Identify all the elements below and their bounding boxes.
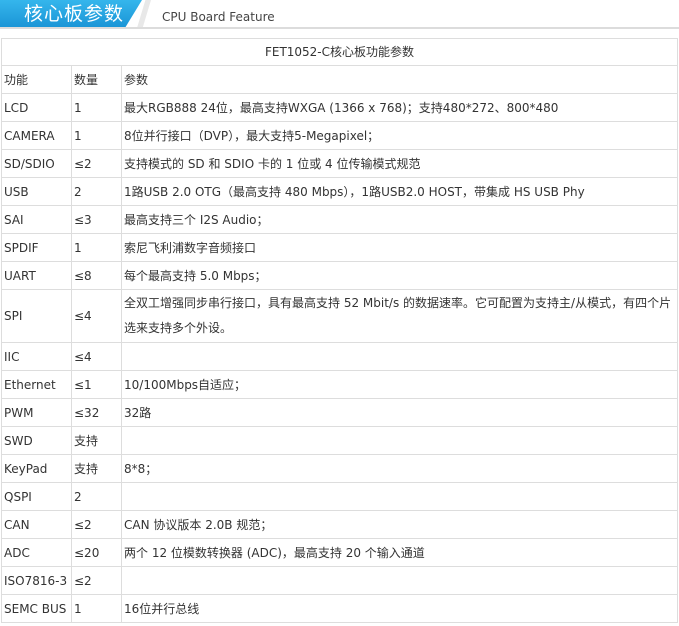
parameter-cell <box>121 482 678 511</box>
function-cell: UART <box>1 261 72 290</box>
table-row: CAN ≤2 CAN 协议版本 2.0B 规范； <box>1 510 678 539</box>
function-cell: SPI <box>1 289 72 343</box>
function-cell: USB <box>1 177 72 206</box>
parameter-cell: 8位并行接口（DVP），最大支持5-Megapixel； <box>121 121 678 150</box>
parameter-cell: 10/100Mbps自适应； <box>121 370 678 399</box>
parameter-cell: 1路USB 2.0 OTG（最高支持 480 Mbps），1路USB2.0 HO… <box>121 177 678 206</box>
quantity-cell: 1 <box>71 233 122 262</box>
table-body: LCD 1 最大RGB888 24位，最高支持WXGA (1366 x 768)；支… <box>1 93 678 623</box>
table-row: SEMC BUS 1 16位并行总线 <box>1 594 678 623</box>
table-row: IIC ≤4 <box>1 342 678 371</box>
quantity-cell: ≤3 <box>71 205 122 234</box>
quantity-cell: ≤8 <box>71 261 122 290</box>
parameter-cell <box>121 342 678 371</box>
parameter-cell: 两个 12 位模数转换器 (ADC)，最高支持 20 个输入通道 <box>121 538 678 567</box>
table-row: UART ≤8 每个最高支持 5.0 Mbps； <box>1 261 678 290</box>
table-title: FET1052-C核心板功能参数 <box>1 38 678 66</box>
parameter-cell: 最大RGB888 24位，最高支持WXGA (1366 x 768)；支持480… <box>121 93 678 122</box>
quantity-cell: ≤2 <box>71 510 122 539</box>
quantity-cell: ≤2 <box>71 566 122 595</box>
function-cell: PWM <box>1 398 72 427</box>
table-row: PWM ≤32 32路 <box>1 398 678 427</box>
header-underline <box>0 27 679 29</box>
parameter-cell: 8*8； <box>121 454 678 483</box>
table-row: SPI ≤4 全双工增强同步串行接口，具有最高支持 52 Mbit/s 的数据速率。… <box>1 289 678 343</box>
parameter-cell: 全双工增强同步串行接口，具有最高支持 52 Mbit/s 的数据速率。它可配置为… <box>121 289 678 343</box>
table-row: ISO7816-3 ≤2 <box>1 566 678 595</box>
quantity-cell: 1 <box>71 93 122 122</box>
table-row: ADC ≤20 两个 12 位模数转换器 (ADC)，最高支持 20 个输入通道 <box>1 538 678 567</box>
table-row: SAI ≤3 最高支持三个 I2S Audio； <box>1 205 678 234</box>
parameter-cell: 32路 <box>121 398 678 427</box>
parameter-cell: CAN 协议版本 2.0B 规范； <box>121 510 678 539</box>
section-subtitle: CPU Board Feature <box>162 10 275 24</box>
table-row: KeyPad 支持 8*8； <box>1 454 678 483</box>
quantity-cell: 1 <box>71 594 122 623</box>
function-cell: SWD <box>1 426 72 455</box>
quantity-cell: ≤4 <box>71 342 122 371</box>
parameter-cell: 索尼飞利浦数字音频接口 <box>121 233 678 262</box>
parameter-cell <box>121 566 678 595</box>
column-header-function: 功能 <box>1 65 72 94</box>
section-title: 核心板参数 <box>24 3 125 25</box>
table-row: SD/SDIO ≤2 支持模式的 SD 和 SDIO 卡的 1 位或 4 位传输模式… <box>1 149 678 178</box>
parameter-cell <box>121 426 678 455</box>
table-header-row: 功能 数量 参数 <box>1 65 678 94</box>
column-header-quantity: 数量 <box>71 65 122 94</box>
function-cell: LCD <box>1 93 72 122</box>
parameter-cell: 每个最高支持 5.0 Mbps； <box>121 261 678 290</box>
spec-table: FET1052-C核心板功能参数 功能 数量 参数 LCD 1 最大RGB888 2… <box>1 38 678 623</box>
table-title-row: FET1052-C核心板功能参数 <box>1 38 678 66</box>
table-row: SWD 支持 <box>1 426 678 455</box>
quantity-cell: 1 <box>71 121 122 150</box>
parameter-cell: 支持模式的 SD 和 SDIO 卡的 1 位或 4 位传输模式规范 <box>121 149 678 178</box>
function-cell: SD/SDIO <box>1 149 72 178</box>
quantity-cell: 支持 <box>71 426 122 455</box>
table-row: USB 2 1路USB 2.0 OTG（最高支持 480 Mbps），1路USB2.… <box>1 177 678 206</box>
quantity-cell: ≤4 <box>71 289 122 343</box>
section-header: 核心板参数 CPU Board Feature <box>0 0 679 30</box>
quantity-cell: ≤32 <box>71 398 122 427</box>
table-row: SPDIF 1 索尼飞利浦数字音频接口 <box>1 233 678 262</box>
table-row: Ethernet ≤1 10/100Mbps自适应； <box>1 370 678 399</box>
quantity-cell: ≤20 <box>71 538 122 567</box>
function-cell: KeyPad <box>1 454 72 483</box>
quantity-cell: 2 <box>71 177 122 206</box>
function-cell: SEMC BUS <box>1 594 72 623</box>
quantity-cell: ≤2 <box>71 149 122 178</box>
column-header-parameter: 参数 <box>121 65 678 94</box>
table-row: LCD 1 最大RGB888 24位，最高支持WXGA (1366 x 768)；支… <box>1 93 678 122</box>
function-cell: Ethernet <box>1 370 72 399</box>
function-cell: QSPI <box>1 482 72 511</box>
quantity-cell: 2 <box>71 482 122 511</box>
quantity-cell: 支持 <box>71 454 122 483</box>
parameter-cell: 最高支持三个 I2S Audio； <box>121 205 678 234</box>
table-row: CAMERA 1 8位并行接口（DVP），最大支持5-Megapixel； <box>1 121 678 150</box>
function-cell: ISO7816-3 <box>1 566 72 595</box>
function-cell: CAMERA <box>1 121 72 150</box>
table-row: QSPI 2 <box>1 482 678 511</box>
function-cell: SAI <box>1 205 72 234</box>
function-cell: ADC <box>1 538 72 567</box>
function-cell: SPDIF <box>1 233 72 262</box>
parameter-cell: 16位并行总线 <box>121 594 678 623</box>
function-cell: IIC <box>1 342 72 371</box>
function-cell: CAN <box>1 510 72 539</box>
quantity-cell: ≤1 <box>71 370 122 399</box>
